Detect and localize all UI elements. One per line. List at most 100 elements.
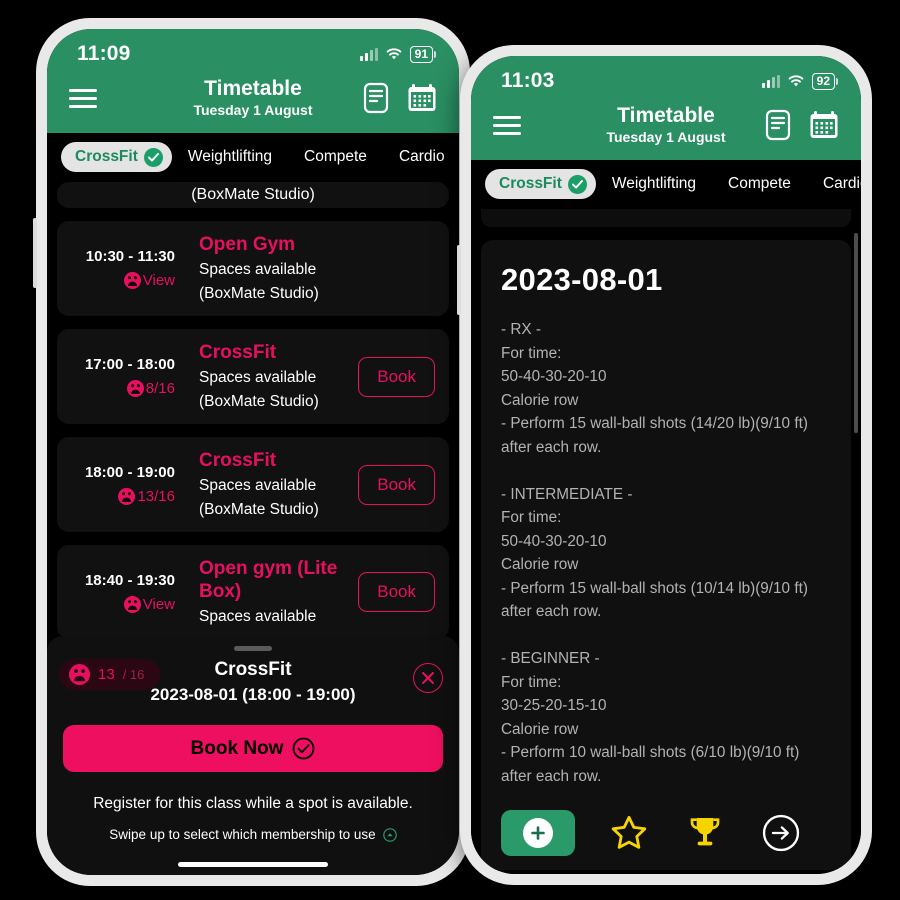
status-indicators: 92 <box>761 72 839 90</box>
class-list: (BoxMate Studio) 10:30 - 11:30 View Open… <box>47 182 459 639</box>
class-time-block: 10:30 - 11:30 View <box>71 248 175 289</box>
check-icon <box>143 147 163 167</box>
people-icon <box>123 595 141 613</box>
category-tabs: CrossFit Weightlifting Compete Cardio Ad <box>471 160 861 209</box>
list-item[interactable]: 18:40 - 19:30 View Open gym (Lite Box) S… <box>57 545 449 639</box>
class-title: CrossFit <box>199 342 277 363</box>
capacity-value: View <box>142 272 175 289</box>
sheet-capacity-badge: 13 / 16 <box>59 659 161 690</box>
screenshot-canvas: 11:09 91 Timetable Tuesday 1 August Cros… <box>0 0 900 900</box>
notes-icon[interactable] <box>363 82 389 114</box>
class-time-block: 17:00 - 18:00 8/16 <box>71 356 175 397</box>
hamburger-menu-icon[interactable] <box>493 115 521 135</box>
class-availability: Spaces available <box>199 608 317 625</box>
status-indicators: 91 <box>359 45 437 63</box>
book-button[interactable]: Book <box>358 464 435 505</box>
phone-right-device: 11:03 92 Timetable Tuesday 1 August Cros… <box>457 45 872 885</box>
class-availability: Spaces available <box>199 261 317 278</box>
tab-cardio[interactable]: Cardio <box>383 142 459 172</box>
capacity-value: View <box>142 595 175 613</box>
phone-left-device: 11:09 91 Timetable Tuesday 1 August Cros… <box>33 18 470 886</box>
class-time: 18:40 - 19:30 <box>84 571 175 589</box>
class-location: (BoxMate Studio) <box>191 186 315 203</box>
workout-actions <box>501 810 831 856</box>
tab-compete[interactable]: Compete <box>288 142 383 172</box>
cellular-signal-icon <box>761 74 780 88</box>
list-item[interactable]: 10:30 - 11:30 View Open Gym Spaces avail… <box>57 221 449 316</box>
list-item[interactable]: (BoxMate Studio) <box>57 182 449 208</box>
book-now-button[interactable]: Book Now <box>63 725 443 772</box>
phone-right-screen: 11:03 92 Timetable Tuesday 1 August Cros… <box>471 56 861 874</box>
tab-compete[interactable]: Compete <box>712 169 807 199</box>
close-icon[interactable] <box>413 663 443 693</box>
class-title: Open Gym <box>199 234 296 255</box>
status-bar: 11:03 92 <box>471 56 861 102</box>
class-capacity[interactable]: View <box>71 595 175 613</box>
book-button[interactable]: Book <box>358 572 435 612</box>
list-item[interactable]: 18:00 - 19:00 13/16 CrossFit Spaces avai… <box>57 437 449 532</box>
star-icon <box>611 815 647 849</box>
tab-label: CrossFit <box>75 148 138 165</box>
class-info: Open Gym Spaces available (BoxMate Studi… <box>185 233 435 304</box>
tab-crossfit[interactable]: CrossFit <box>61 142 172 172</box>
sheet-header: 13 / 16 CrossFit 2023-08-01 (18:00 - 19:… <box>59 657 443 707</box>
people-icon <box>126 380 144 397</box>
people-icon <box>123 272 141 289</box>
capacity-value: 13/16 <box>137 488 175 505</box>
wifi-icon <box>386 48 401 60</box>
class-location: (BoxMate Studio) <box>199 285 319 302</box>
class-availability: Spaces available <box>199 477 317 494</box>
list-item-clipped[interactable] <box>481 209 851 227</box>
workout-panel: 2023-08-01 - RX - For time: 50-40-30-20-… <box>471 209 861 874</box>
scrollbar[interactable] <box>854 233 858 433</box>
capacity-total: / 16 <box>122 667 145 682</box>
class-availability: Spaces available <box>199 369 317 386</box>
next-button[interactable] <box>743 810 819 856</box>
booking-sheet: 13 / 16 CrossFit 2023-08-01 (18:00 - 19:… <box>47 636 459 875</box>
sheet-hint[interactable]: Swipe up to select which membership to u… <box>63 827 443 842</box>
cellular-signal-icon <box>359 47 378 61</box>
calendar-icon[interactable] <box>809 110 839 140</box>
calendar-icon[interactable] <box>407 83 437 113</box>
leaderboard-button[interactable] <box>667 810 743 856</box>
class-location: (BoxMate Studio) <box>199 393 319 410</box>
tab-weightlifting[interactable]: Weightlifting <box>596 169 712 199</box>
hamburger-menu-icon[interactable] <box>69 88 97 108</box>
capacity-value: 8/16 <box>145 380 175 397</box>
class-capacity: 8/16 <box>71 380 175 397</box>
list-item[interactable]: 17:00 - 18:00 8/16 CrossFit Spaces avail… <box>57 329 449 424</box>
people-icon <box>118 488 136 505</box>
home-indicator <box>178 862 328 867</box>
tab-weightlifting[interactable]: Weightlifting <box>172 142 288 172</box>
add-result-button[interactable] <box>501 810 575 856</box>
check-circle-icon <box>293 737 315 760</box>
tab-crossfit[interactable]: CrossFit <box>485 169 596 199</box>
class-time: 10:30 - 11:30 <box>85 248 175 265</box>
class-capacity[interactable]: View <box>71 272 175 289</box>
trophy-icon <box>690 818 720 846</box>
people-icon <box>69 664 90 685</box>
nav-bar: Timetable Tuesday 1 August <box>47 75 459 133</box>
class-title: Open gym (Lite Box) <box>199 558 338 602</box>
category-tabs: CrossFit Weightlifting Compete Cardio Ad <box>47 133 459 182</box>
nav-actions <box>363 82 437 114</box>
check-icon <box>567 174 587 194</box>
class-title: CrossFit <box>199 450 277 471</box>
class-info: Open gym (Lite Box) Spaces available <box>185 557 348 627</box>
class-time-block: 18:00 - 19:00 13/16 <box>71 464 175 505</box>
sheet-note: Register for this class while a spot is … <box>93 795 413 812</box>
chevron-up-circle-icon <box>382 827 397 842</box>
favourite-button[interactable] <box>591 810 667 856</box>
class-time: 18:00 - 19:00 <box>84 464 175 481</box>
nav-bar: Timetable Tuesday 1 August <box>471 102 861 160</box>
status-bar: 11:09 91 <box>47 29 459 75</box>
book-button[interactable]: Book <box>358 356 435 397</box>
plus-circle-icon <box>523 818 553 848</box>
capacity-current: 13 <box>98 666 115 683</box>
class-info: CrossFit Spaces available (BoxMate Studi… <box>185 449 348 520</box>
tab-label: CrossFit <box>499 175 562 192</box>
status-time: 11:09 <box>77 42 131 65</box>
tab-cardio[interactable]: Cardio <box>807 169 861 199</box>
notes-icon[interactable] <box>765 109 791 141</box>
sheet-grabber[interactable] <box>234 646 272 651</box>
